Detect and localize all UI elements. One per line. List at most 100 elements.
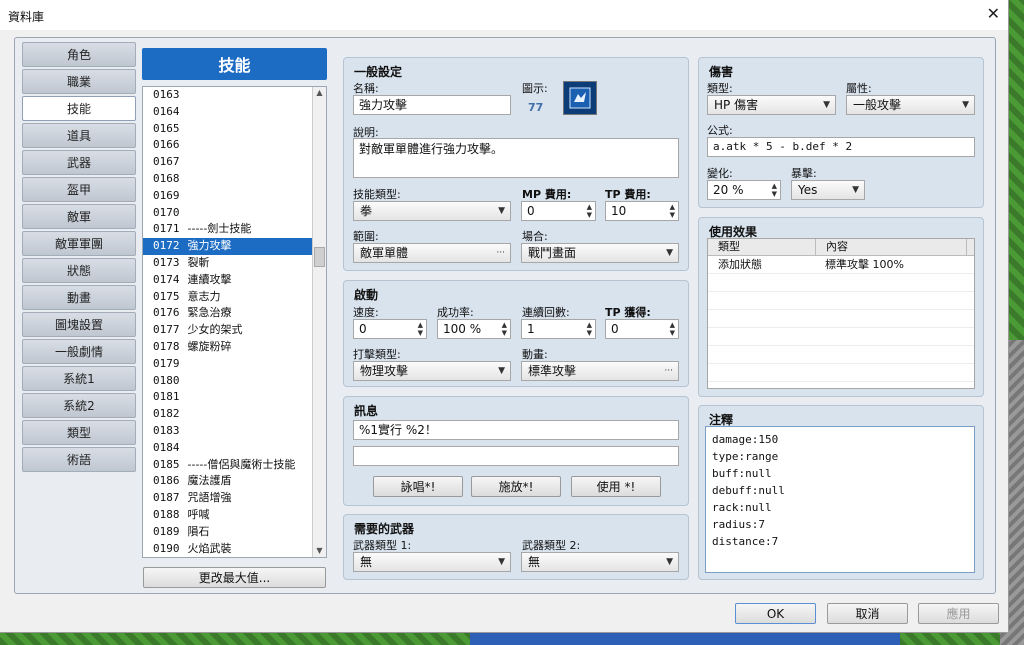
table-row-empty[interactable] <box>708 274 974 292</box>
repeat-spinner[interactable]: 1 ▲ ▼ <box>521 319 596 339</box>
occasion-select[interactable]: 戰鬥畫面 ▼ <box>521 243 679 263</box>
message-line-1[interactable]: %1實行 %2！ <box>353 420 679 440</box>
skill-icon[interactable] <box>563 81 597 115</box>
mp-cost-spinner[interactable]: 0 ▲ ▼ <box>521 201 596 221</box>
list-item[interactable]: 0178 螺旋粉碎 <box>143 339 326 356</box>
list-item[interactable]: 0167 <box>143 154 326 171</box>
list-item[interactable]: 0168 <box>143 171 326 188</box>
scroll-up-icon[interactable]: ▲ <box>313 87 326 99</box>
ok-button[interactable]: OK <box>735 603 816 624</box>
scope-select[interactable]: 敵軍單體 ··· <box>353 243 511 263</box>
name-field[interactable]: 強力攻擊 <box>353 95 511 115</box>
list-item[interactable]: 0170 <box>143 205 326 222</box>
spinner-arrows-icon[interactable]: ▲ ▼ <box>670 321 675 337</box>
list-item[interactable]: 0179 <box>143 356 326 373</box>
nav-item[interactable]: 道具 <box>22 123 136 148</box>
list-item[interactable]: 0182 <box>143 406 326 423</box>
speed-spinner[interactable]: 0 ▲ ▼ <box>353 319 427 339</box>
scroll-down-icon[interactable]: ▼ <box>313 545 326 557</box>
list-item[interactable]: 0176 緊急治療 <box>143 305 326 322</box>
success-spinner[interactable]: 100 % ▲ ▼ <box>437 319 511 339</box>
list-item[interactable]: 0187 咒語增強 <box>143 490 326 507</box>
skill-list[interactable]: 0163 0164 0165 0166 0167 0168 0169 0170 0171 ----… <box>142 86 327 558</box>
list-item[interactable]: 0171 -----劍士技能 <box>143 221 326 238</box>
nav-item[interactable]: 武器 <box>22 150 136 175</box>
table-row-empty[interactable] <box>708 292 974 310</box>
col-content[interactable]: 內容 <box>816 239 967 255</box>
nav-item[interactable]: 術語 <box>22 447 136 472</box>
spinner-arrows-icon[interactable]: ▲ ▼ <box>587 203 592 219</box>
cast-button[interactable]: 施放*! <box>471 476 561 497</box>
effects-table[interactable]: 類型 內容 添加狀態 標準攻擊 100% <box>707 238 975 400</box>
change-max-button[interactable]: 更改最大值... <box>143 567 326 588</box>
close-icon[interactable]: ✕ <box>987 4 1000 23</box>
spinner-arrows-icon[interactable]: ▲ ▼ <box>587 321 592 337</box>
weapon-type-2-select[interactable]: 無 ▼ <box>521 552 679 572</box>
scroll-thumb[interactable] <box>314 247 325 267</box>
list-item[interactable]: 0186 魔法護盾 <box>143 473 326 490</box>
table-row-empty[interactable] <box>708 310 974 328</box>
list-item[interactable]: 0174 連續攻擊 <box>143 272 326 289</box>
spinner-arrows-icon[interactable]: ▲ ▼ <box>670 203 675 219</box>
element-select[interactable]: 一般攻擊 ▼ <box>846 95 975 115</box>
list-item[interactable]: 0163 <box>143 87 326 104</box>
list-item[interactable]: 0173 裂斬 <box>143 255 326 272</box>
col-type[interactable]: 類型 <box>708 239 816 255</box>
nav-item[interactable]: 敵軍軍團 <box>22 231 136 256</box>
list-item[interactable]: 0189 隕石 <box>143 524 326 541</box>
nav-item[interactable]: 動畫 <box>22 285 136 310</box>
list-item[interactable]: 0190 火焰武裝 <box>143 541 326 557</box>
spinner-arrows-icon[interactable]: ▲ ▼ <box>418 321 423 337</box>
nav-item[interactable]: 系統1 <box>22 366 136 391</box>
description-field[interactable]: 對敵軍單體進行強力攻擊。 <box>353 138 679 178</box>
nav-item[interactable]: 職業 <box>22 69 136 94</box>
list-item[interactable]: 0188 呼喊 <box>143 507 326 524</box>
tp-cost-spinner[interactable]: 10 ▲ ▼ <box>605 201 679 221</box>
skill-id: 0165 <box>153 121 180 135</box>
chant-button[interactable]: 詠唱*! <box>373 476 463 497</box>
damage-type-select[interactable]: HP 傷害 ▼ <box>707 95 836 115</box>
nav-item[interactable]: 系統2 <box>22 393 136 418</box>
table-row-empty[interactable] <box>708 382 974 400</box>
nav-item[interactable]: 角色 <box>22 42 136 67</box>
table-row-empty[interactable] <box>708 328 974 346</box>
list-item[interactable]: 0164 <box>143 104 326 121</box>
list-item[interactable]: 0177 少女的架式 <box>143 322 326 339</box>
nav-item[interactable]: 敵軍 <box>22 204 136 229</box>
nav-item[interactable]: 類型 <box>22 420 136 445</box>
list-item[interactable]: 0183 <box>143 423 326 440</box>
spinner-arrows-icon[interactable]: ▲ ▼ <box>772 182 777 198</box>
spinner-arrows-icon[interactable]: ▲ ▼ <box>502 321 507 337</box>
skill-type-select[interactable]: 拳 ▼ <box>353 201 511 221</box>
nav-item[interactable]: 圖塊設置 <box>22 312 136 337</box>
weapon-type-1-select[interactable]: 無 ▼ <box>353 552 511 572</box>
table-row[interactable]: 添加狀態 標準攻擊 100% <box>708 256 974 274</box>
list-item[interactable]: 0180 <box>143 373 326 390</box>
list-item[interactable]: 0165 <box>143 121 326 138</box>
nav-item[interactable]: 盔甲 <box>22 177 136 202</box>
critical-select[interactable]: Yes ▼ <box>791 180 865 200</box>
note-textarea[interactable]: damage:150 type:range buff:null debuff:null… <box>705 426 975 573</box>
list-item[interactable]: 0181 <box>143 389 326 406</box>
animation-select[interactable]: 標準攻擊 ··· <box>521 361 679 381</box>
table-row-empty[interactable] <box>708 346 974 364</box>
list-item[interactable]: 0184 <box>143 440 326 457</box>
hit-type-select[interactable]: 物理攻擊 ▼ <box>353 361 511 381</box>
list-item[interactable]: 0172 強力攻擊 <box>143 238 326 255</box>
tp-gain-spinner[interactable]: 0 ▲ ▼ <box>605 319 679 339</box>
list-item[interactable]: 0169 <box>143 188 326 205</box>
list-item[interactable]: 0185 -----僧侶與魔術士技能 <box>143 457 326 474</box>
list-scrollbar[interactable]: ▲ ▼ <box>312 87 326 557</box>
table-row-empty[interactable] <box>708 364 974 382</box>
nav-item[interactable]: 技能 <box>22 96 136 121</box>
list-item[interactable]: 0175 意志力 <box>143 289 326 306</box>
nav-item[interactable]: 狀態 <box>22 258 136 283</box>
formula-field[interactable]: a.atk * 5 - b.def * 2 <box>707 137 975 157</box>
message-line-2[interactable] <box>353 446 679 466</box>
apply-button[interactable]: 應用 <box>918 603 999 624</box>
nav-item[interactable]: 一般劇情 <box>22 339 136 364</box>
list-item[interactable]: 0166 <box>143 137 326 154</box>
cancel-button[interactable]: 取消 <box>827 603 908 624</box>
variance-spinner[interactable]: 20 % ▲ ▼ <box>707 180 781 200</box>
use-button[interactable]: 使用 *! <box>571 476 661 497</box>
